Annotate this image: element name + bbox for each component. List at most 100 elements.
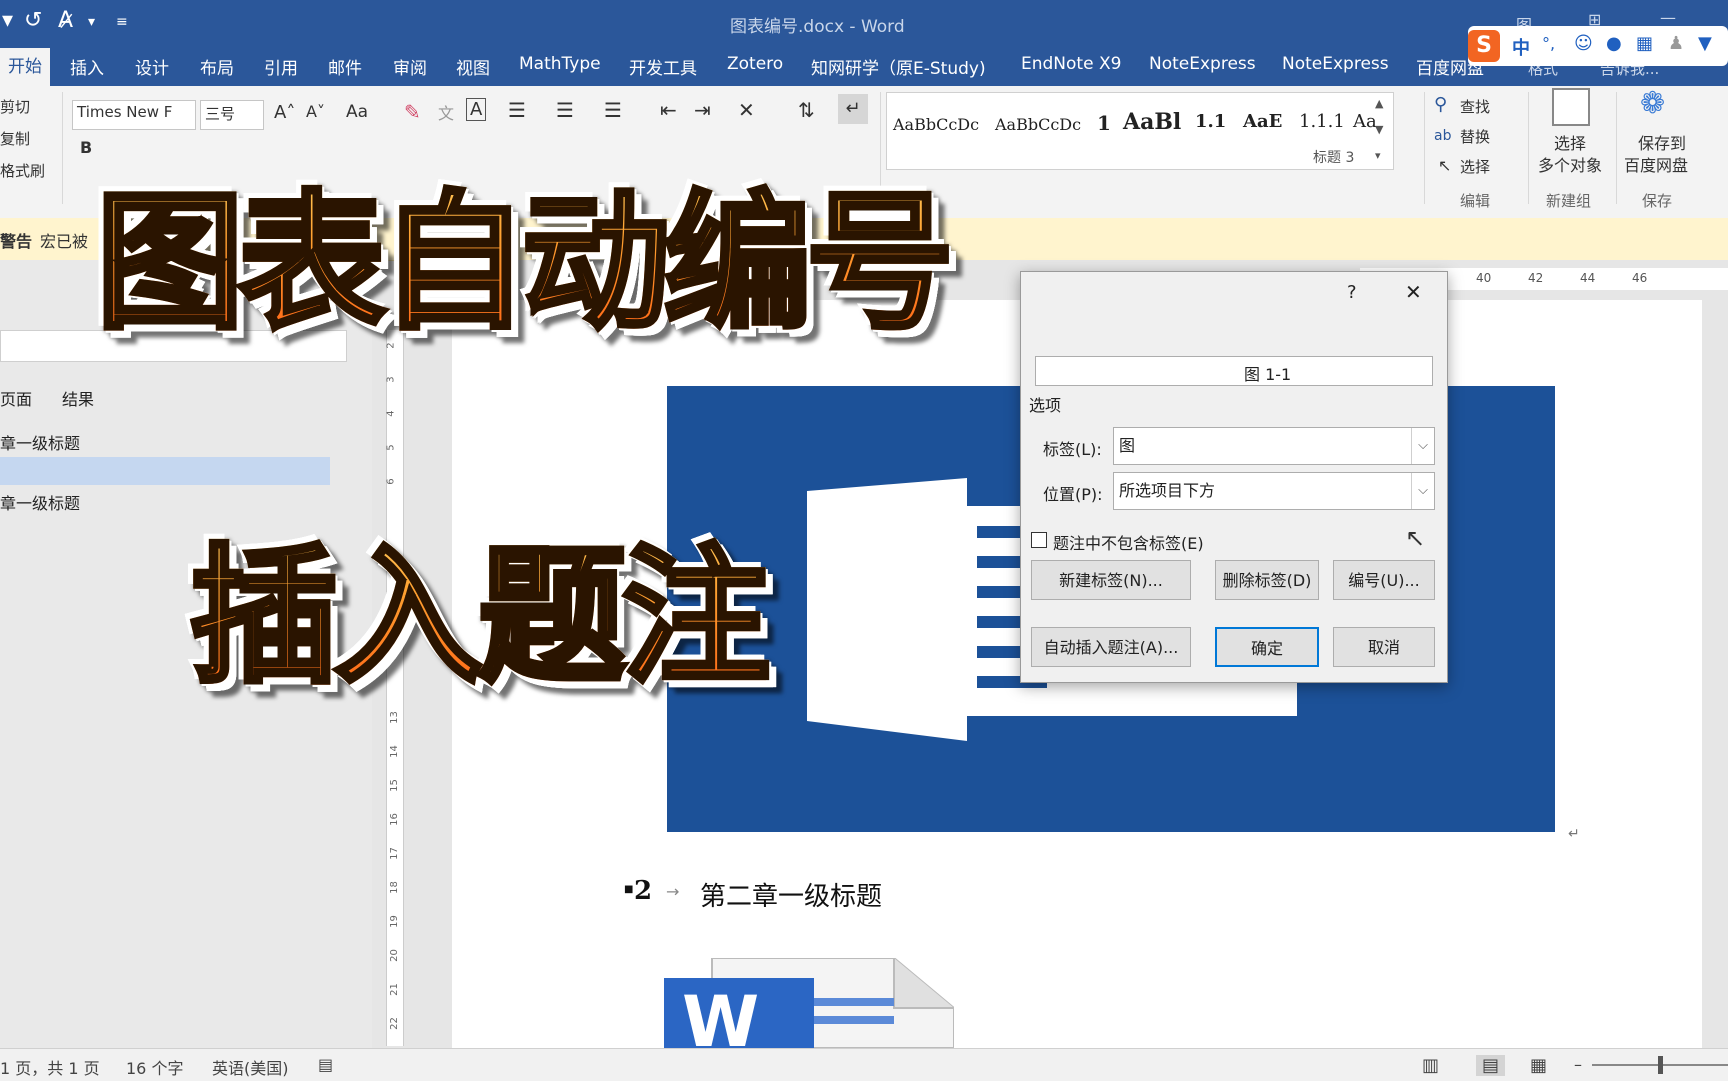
ok-button[interactable]: 确定 <box>1215 627 1319 667</box>
nav-tab-results[interactable]: 结果 <box>62 386 94 410</box>
punctuation-icon[interactable]: °, <box>1542 34 1555 53</box>
format-painter-button[interactable]: 格式刷 <box>0 160 45 181</box>
save-to-label-1[interactable]: 保存到 <box>1638 130 1686 154</box>
zoom-out-icon[interactable]: – <box>1574 1055 1582 1074</box>
replace-icon[interactable]: ab <box>1434 128 1451 144</box>
change-case-button[interactable]: Aa <box>346 102 368 122</box>
character-border-icon[interactable]: A <box>466 98 487 121</box>
position-select[interactable]: 所选项目下方 ⌵ <box>1113 472 1435 510</box>
redo-icon[interactable]: ↺ <box>24 8 42 33</box>
shrink-font-icon[interactable]: A˅ <box>306 102 325 121</box>
tab-insert[interactable]: 插入 <box>70 54 104 79</box>
style-heading-3[interactable]: Aa <box>1353 111 1377 132</box>
sort-icon[interactable]: ⇅ <box>798 98 815 122</box>
select-button[interactable]: 选择 <box>1460 156 1490 177</box>
minimize-icon[interactable]: — <box>1660 8 1676 27</box>
tab-design[interactable]: 设计 <box>135 54 169 79</box>
delete-label-button[interactable]: 删除标签(D) <box>1215 560 1319 600</box>
gallery-scroll-up-icon[interactable]: ▲ <box>1375 97 1383 110</box>
bullets-icon[interactable]: ☰ <box>508 98 526 122</box>
bold-icon[interactable]: B <box>80 138 92 157</box>
keyboard-icon[interactable]: ▦ <box>1636 33 1653 54</box>
emoji-icon[interactable]: ☺ <box>1574 33 1593 54</box>
phonetic-guide-icon[interactable]: 文 <box>438 100 454 124</box>
help-button[interactable]: ? <box>1347 282 1357 303</box>
tab-home[interactable]: 开始 <box>0 48 50 86</box>
style-heading-2[interactable]: AaE <box>1243 111 1282 132</box>
decrease-indent-icon[interactable]: ⇤ <box>660 98 677 122</box>
new-label-button[interactable]: 新建标签(N)... <box>1031 560 1191 600</box>
gallery-scroll-down-icon[interactable]: ▼ <box>1375 123 1383 136</box>
tab-noteexpress-1[interactable]: NoteExpress <box>1149 54 1256 74</box>
autocaption-button[interactable]: 自动插入题注(A)... <box>1031 627 1191 667</box>
font-name-box[interactable]: Times New F <box>72 100 196 130</box>
select-objects-label-2[interactable]: 多个对象 <box>1538 152 1602 176</box>
tab-mailings[interactable]: 邮件 <box>328 54 362 79</box>
chevron-down-icon[interactable]: ⌵ <box>1411 473 1434 509</box>
nav-heading-item[interactable]: 章一级标题 <box>0 490 80 514</box>
replace-button[interactable]: 替换 <box>1460 126 1490 147</box>
chevron-down-icon[interactable]: ⌵ <box>1411 428 1434 464</box>
style-heading-2-num[interactable]: 1.1 <box>1195 111 1226 132</box>
increase-indent-icon[interactable]: ⇥ <box>694 98 711 122</box>
tab-noteexpress-2[interactable]: NoteExpress <box>1282 54 1389 74</box>
read-mode-icon[interactable]: ▥ <box>1422 1055 1439 1076</box>
macro-record-icon[interactable]: ▤ <box>318 1055 333 1074</box>
numbering-icon[interactable]: ☰ <box>556 98 574 122</box>
nav-tab-pages[interactable]: 页面 <box>0 386 32 410</box>
style-no-spacing[interactable]: AaBbCcDc <box>995 115 1081 134</box>
tab-mathtype[interactable]: MathType <box>519 54 601 74</box>
nav-heading-item-selected[interactable] <box>0 457 330 485</box>
gallery-more-icon[interactable]: ▾ <box>1375 149 1381 162</box>
tab-references[interactable]: 引用 <box>264 54 298 79</box>
language-indicator[interactable]: 英语(美国) <box>212 1055 289 1079</box>
multilevel-list-icon[interactable]: ☰ <box>604 98 622 122</box>
tab-e-study[interactable]: 知网研学（原E-Study) <box>811 54 986 79</box>
tab-review[interactable]: 审阅 <box>393 54 427 79</box>
nav-heading-item[interactable]: 章一级标题 <box>0 430 80 454</box>
style-heading-3-num[interactable]: 1.1.1 <box>1299 111 1345 132</box>
style-heading-num[interactable]: 1 <box>1097 111 1111 135</box>
caption-input[interactable]: 图 1-1 <box>1035 356 1433 386</box>
grow-font-icon[interactable]: A˄ <box>274 102 295 123</box>
select-objects-label-1[interactable]: 选择 <box>1554 130 1586 154</box>
tab-view[interactable]: 视图 <box>456 54 490 79</box>
ime-mode[interactable]: 中 <box>1512 34 1530 60</box>
copy-button[interactable]: 复制 <box>0 128 30 149</box>
exclude-label-checkbox[interactable] <box>1031 532 1047 548</box>
font-size-box[interactable]: 三号 <box>200 100 264 130</box>
baidu-cloud-icon[interactable]: ❁ <box>1640 86 1665 121</box>
customize-toolbar-icon[interactable]: ≡ <box>116 14 128 30</box>
skin-icon[interactable]: ▼ <box>1698 33 1712 54</box>
web-layout-icon[interactable]: ▦ <box>1530 1055 1547 1076</box>
print-layout-icon[interactable]: ▤ <box>1476 1055 1506 1076</box>
show-marks-icon[interactable]: ↵ <box>838 94 868 124</box>
tab-endnote[interactable]: EndNote X9 <box>1021 54 1121 74</box>
find-button[interactable]: 查找 <box>1460 96 1490 117</box>
styles-gallery[interactable]: AaBbCcDc AaBbCcDc 1 AaBl 1.1 AaE 1.1.1 A… <box>886 92 1394 170</box>
tab-layout[interactable]: 布局 <box>200 54 234 79</box>
format-painter-icon[interactable]: A̷ <box>58 8 73 33</box>
text-direction-icon[interactable]: ✕ <box>738 98 755 122</box>
ime-toolbar[interactable]: S 中 °, ☺ ● ▦ ♟ ▼ <box>1468 26 1728 66</box>
chevron-down-icon[interactable]: ▾ <box>88 14 95 30</box>
style-heading-1[interactable]: AaBl <box>1123 109 1181 135</box>
page-count[interactable]: 1 页，共 1 页 <box>0 1055 100 1079</box>
cancel-button[interactable]: 取消 <box>1333 627 1435 667</box>
select-arrow-icon[interactable]: ↖ <box>1438 156 1451 175</box>
quick-access-dropdown-icon[interactable]: ▾ <box>2 8 13 33</box>
word-count[interactable]: 16 个字 <box>126 1055 183 1079</box>
style-normal[interactable]: AaBbCcDc <box>893 115 979 134</box>
label-select[interactable]: 图 ⌵ <box>1113 427 1435 465</box>
cut-button[interactable]: 剪切 <box>0 96 30 117</box>
select-objects-icon[interactable] <box>1552 88 1590 126</box>
word-file-icon[interactable]: W <box>664 957 955 1063</box>
sogou-logo-icon[interactable]: S <box>1468 30 1500 62</box>
tab-zotero[interactable]: Zotero <box>727 54 783 74</box>
microphone-icon[interactable]: ● <box>1606 33 1622 54</box>
zoom-slider-thumb[interactable] <box>1658 1056 1663 1074</box>
tab-developer[interactable]: 开发工具 <box>629 54 697 79</box>
clear-format-icon[interactable]: ✎ <box>404 100 421 124</box>
find-icon[interactable]: ⚲ <box>1434 94 1447 115</box>
user-icon[interactable]: ♟ <box>1668 33 1684 54</box>
